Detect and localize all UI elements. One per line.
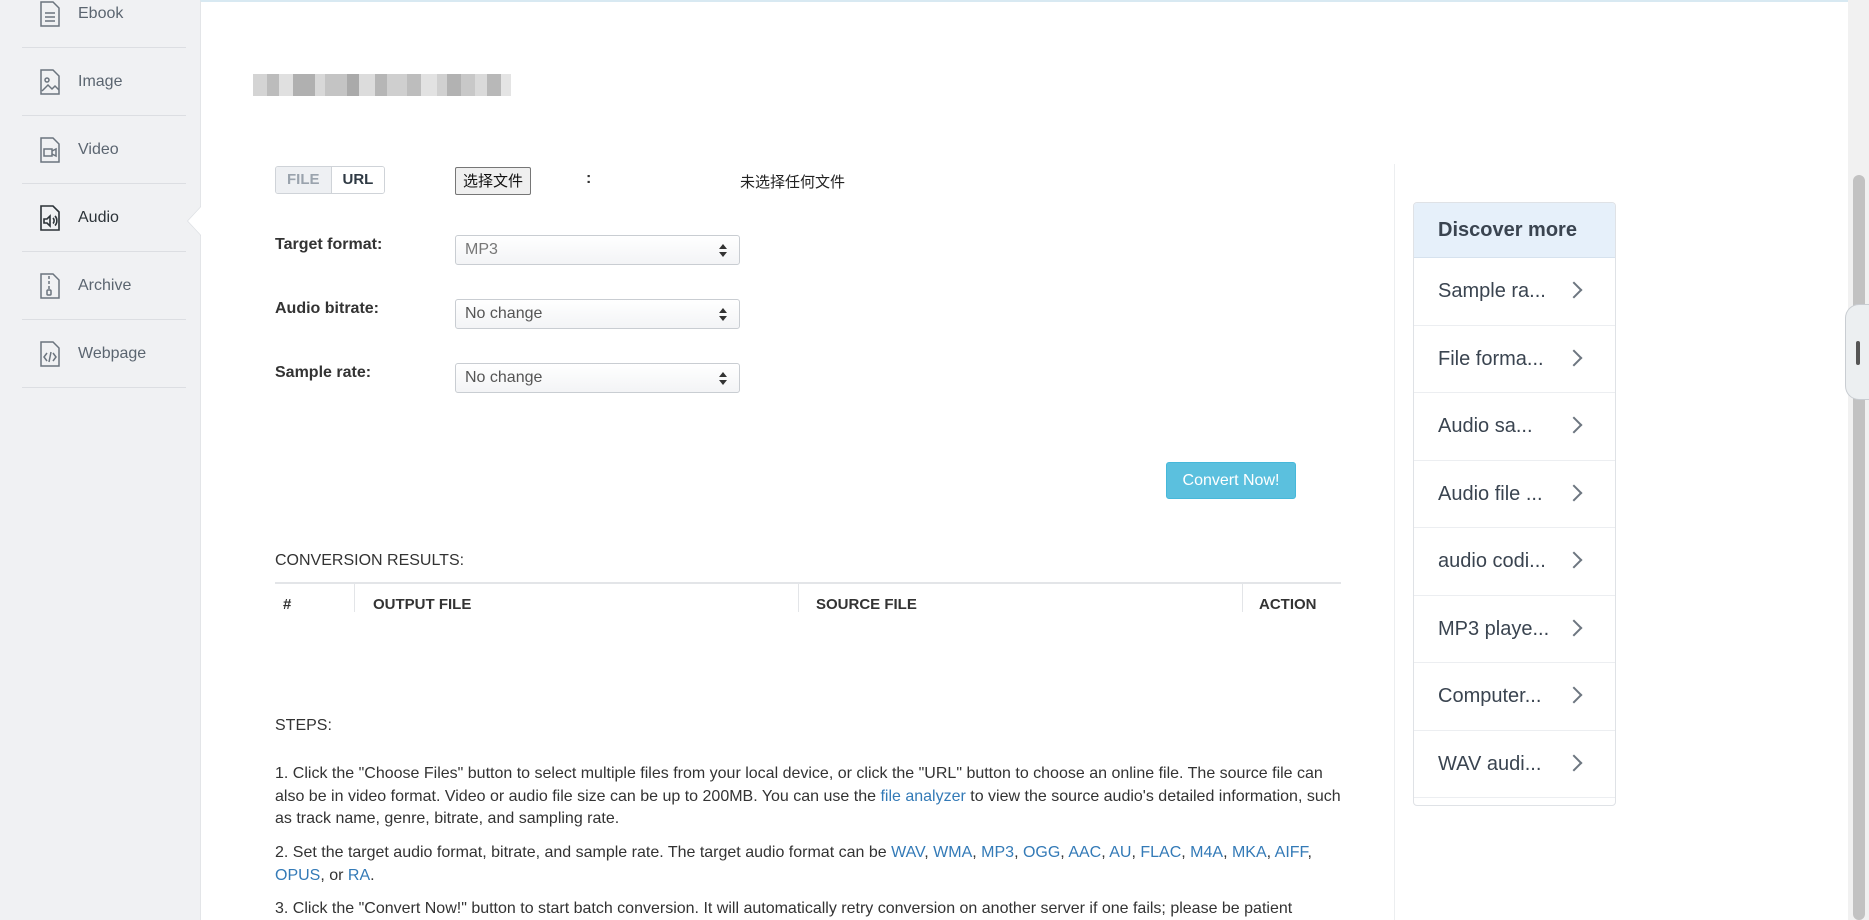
active-item-pointer [187, 206, 201, 236]
step-3: 3. Click the "Convert Now!" button to st… [275, 900, 1293, 917]
tab-url[interactable]: URL [331, 167, 385, 193]
webpage-icon [38, 340, 62, 368]
discover-item[interactable]: Audio sa... [1414, 393, 1615, 461]
discover-item-label: Audio sa... [1438, 415, 1533, 437]
sidebar-item-image[interactable]: Image [22, 48, 186, 116]
column-header-source-file: SOURCE FILE [816, 596, 917, 613]
step-2-end: . [370, 866, 375, 884]
format-link-flac[interactable]: FLAC [1140, 844, 1181, 861]
step-2: 2. Set the target audio format, bitrate,… [275, 844, 1312, 884]
sidebar-item-ebook[interactable]: Ebook [22, 0, 186, 48]
image-icon [38, 68, 62, 96]
sidebar-item-webpage[interactable]: Webpage [22, 320, 186, 388]
source-tabs: FILE URL [275, 166, 386, 194]
discover-item[interactable]: Audio file ... [1414, 461, 1615, 528]
audio-bitrate-value: No change [465, 305, 543, 322]
column-divider-vertical [1394, 164, 1395, 920]
column-divider [1242, 584, 1243, 612]
discover-more-panel: Discover more Sample ra... File forma...… [1413, 202, 1616, 806]
discover-item-label: Computer... [1438, 685, 1542, 707]
chevron-right-icon [1565, 281, 1583, 299]
format-link-wav[interactable]: WAV [891, 844, 924, 861]
format-link-mka[interactable]: MKA [1232, 844, 1267, 861]
sidebar-item-archive[interactable]: Archive [22, 252, 186, 320]
page-title-blurred [253, 74, 521, 96]
no-file-text: 未选择任何文件 [740, 173, 846, 191]
discover-item-label: Audio file ... [1438, 482, 1543, 505]
column-header-action: ACTION [1259, 596, 1317, 613]
convert-now-button[interactable]: Convert Now! [1166, 462, 1296, 499]
column-header-output-file: OUTPUT FILE [373, 596, 472, 613]
ebook-icon [38, 0, 62, 28]
sidebar-item-label: Image [78, 72, 123, 90]
choose-file-button[interactable]: 选择文件 [455, 167, 532, 195]
sidebar-item-audio[interactable]: Audio [22, 184, 186, 252]
chevron-right-icon [1565, 754, 1583, 771]
discover-item-label: MP3 playe... [1438, 617, 1550, 640]
archive-icon [38, 272, 62, 300]
format-link-aiff[interactable]: AIFF [1275, 844, 1308, 861]
scroll-grip-handle[interactable] [1845, 304, 1869, 400]
discover-item-label: WAV audi... [1438, 752, 1542, 775]
target-format-label: Target format: [275, 236, 383, 253]
target-format-select[interactable]: MP3 [455, 235, 740, 265]
chevron-right-icon [1565, 551, 1583, 569]
main-panel: FILE URL : 选择文件 未选择任何文件 Target format: M… [200, 0, 1848, 920]
discover-item[interactable]: audio codi... [1414, 528, 1615, 596]
format-link-ogg[interactable]: OGG [1023, 844, 1060, 861]
column-divider [354, 584, 355, 612]
sidebar: Ebook Image Video Audio Archive Webpage [0, 0, 200, 920]
tab-file[interactable]: FILE [276, 167, 332, 193]
step-2-text: 2. Set the target audio format, bitrate,… [275, 844, 892, 861]
format-link-mp3[interactable]: MP3 [981, 844, 1014, 861]
sidebar-item-label: Webpage [78, 344, 147, 362]
step-1: 1. Click the "Choose Files" button to se… [275, 763, 1345, 831]
discover-item[interactable]: WAV audi... [1414, 731, 1615, 798]
sidebar-item-label: Video [78, 140, 119, 158]
sidebar-item-label: Archive [78, 276, 132, 294]
chevron-right-icon [1565, 349, 1583, 366]
audio-bitrate-label: Audio bitrate: [275, 300, 379, 317]
chevron-right-icon [1565, 416, 1583, 434]
scrollbar-thumb[interactable] [1853, 175, 1865, 920]
audio-bitrate-select[interactable]: No change [455, 299, 740, 329]
discover-item-label: Sample ra... [1438, 280, 1546, 302]
source-colon: : [586, 170, 592, 187]
format-link-aac[interactable]: AAC [1068, 844, 1101, 861]
select-arrows-icon [719, 372, 727, 386]
chevron-right-icon [1565, 484, 1583, 501]
format-link-au[interactable]: AU [1109, 844, 1131, 861]
format-link-ra[interactable]: RA [348, 867, 370, 884]
discover-item[interactable]: Sample ra... [1414, 258, 1615, 326]
steps-title: STEPS: [275, 717, 332, 734]
select-arrows-icon [719, 244, 727, 258]
file-analyzer-link[interactable]: file analyzer [880, 788, 965, 805]
column-header-index: # [283, 596, 292, 613]
step-2-or: , or [320, 866, 348, 884]
video-icon [38, 136, 62, 164]
format-link-m4a[interactable]: M4A [1190, 844, 1223, 861]
sidebar-item-video[interactable]: Video [22, 116, 186, 184]
discover-item[interactable]: File forma... [1414, 326, 1615, 393]
discover-item-label: File forma... [1438, 347, 1544, 370]
format-link-opus[interactable]: OPUS [275, 867, 320, 884]
format-link-wma[interactable]: WMA [933, 844, 972, 861]
chevron-right-icon [1565, 619, 1583, 636]
chevron-right-icon [1565, 686, 1583, 704]
conversion-results-title: CONVERSION RESULTS: [275, 552, 465, 569]
sample-rate-value: No change [465, 369, 543, 386]
sample-rate-select[interactable]: No change [455, 363, 740, 393]
audio-icon [38, 204, 62, 232]
conversion-results-table: # OUTPUT FILE SOURCE FILE ACTION [275, 582, 1341, 613]
target-format-value: MP3 [465, 241, 498, 258]
discover-item[interactable]: Computer... [1414, 663, 1615, 731]
discover-item-label: audio codi... [1438, 550, 1546, 572]
select-arrows-icon [719, 308, 727, 322]
discover-item[interactable]: MP3 playe... [1414, 596, 1615, 663]
column-divider [798, 584, 799, 612]
discover-more-title: Discover more [1414, 203, 1615, 258]
sidebar-item-label: Ebook [78, 4, 124, 22]
sample-rate-label: Sample rate: [275, 364, 372, 381]
sidebar-item-label: Audio [78, 208, 119, 226]
